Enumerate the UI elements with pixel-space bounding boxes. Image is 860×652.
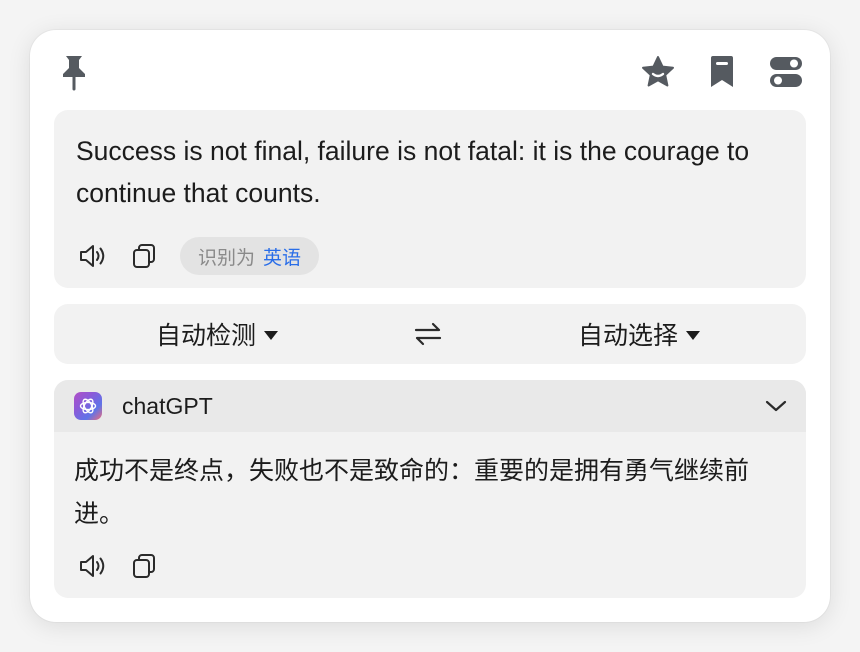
- copy-icon[interactable]: [126, 238, 162, 274]
- result-actions: [74, 546, 162, 586]
- source-language-dropdown[interactable]: 自动检测: [156, 304, 279, 364]
- pin-icon[interactable]: [54, 52, 94, 92]
- detected-language-link[interactable]: 英语: [263, 243, 301, 270]
- copy-icon[interactable]: [126, 548, 162, 584]
- language-bar: 自动检测 自动选择: [54, 304, 806, 364]
- result-header[interactable]: chatGPT: [54, 380, 806, 432]
- caret-down-icon: [686, 330, 701, 340]
- swap-arrows-icon[interactable]: [410, 316, 446, 352]
- openai-logo-icon: [74, 392, 102, 420]
- source-language-label: 自动检测: [156, 322, 257, 350]
- detected-language-prefix: 识别为: [198, 247, 256, 269]
- caret-down-icon: [264, 330, 279, 340]
- detected-language-badge: 识别为 英语: [180, 237, 320, 275]
- speaker-icon[interactable]: [74, 548, 110, 584]
- target-language-label: 自动选择: [578, 322, 679, 350]
- source-actions: 识别为 英语: [74, 236, 320, 276]
- translator-window: Success is not final, failure is not fat…: [30, 30, 830, 622]
- translated-text[interactable]: 成功不是终点，失败也不是致命的：重要的是拥有勇气继续前进。: [74, 450, 774, 536]
- star-icon[interactable]: [638, 52, 678, 92]
- engine-name: chatGPT: [122, 393, 213, 419]
- speaker-icon[interactable]: [74, 238, 110, 274]
- translation-result-card: chatGPT 成功不是终点，失败也不是致命的：重要的是拥有勇气继续前进。: [54, 380, 806, 598]
- toggles-icon[interactable]: [766, 52, 806, 92]
- target-language-dropdown[interactable]: 自动选择: [578, 304, 701, 364]
- toolbar: [30, 30, 830, 110]
- source-text-card: Success is not final, failure is not fat…: [54, 110, 806, 288]
- source-text[interactable]: Success is not final, failure is not fat…: [76, 130, 776, 214]
- chevron-down-icon[interactable]: [762, 394, 790, 418]
- bookmark-icon[interactable]: [702, 52, 742, 92]
